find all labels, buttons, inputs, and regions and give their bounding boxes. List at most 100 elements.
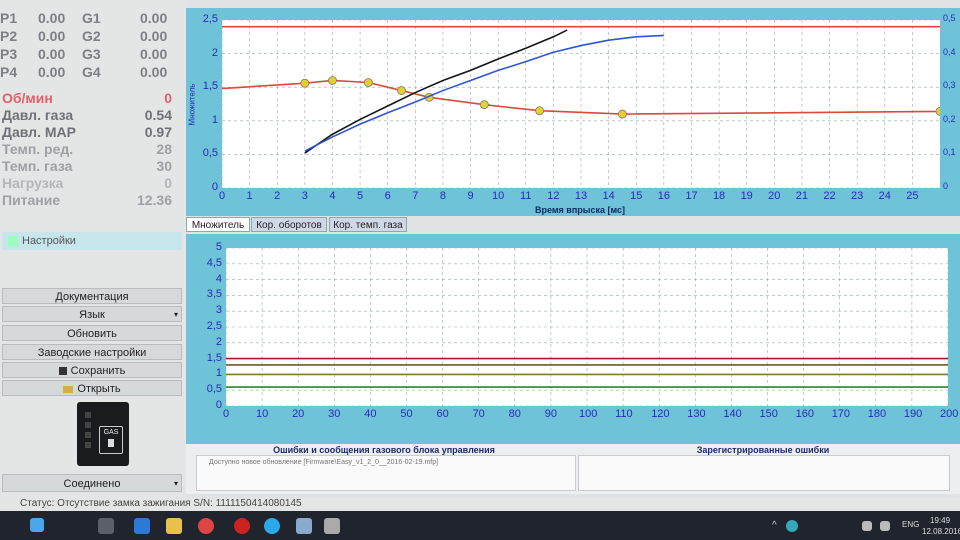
save-button[interactable]: Сохранить [2,362,182,378]
open-button[interactable]: Открыть [2,380,182,396]
x-tick-label: 7 [412,190,419,202]
x-tick-label: 90 [544,408,558,420]
factory-settings-button[interactable]: Заводские настройки [2,344,182,360]
x-tick-label: 4 [329,190,336,202]
settings-header[interactable]: Настройки [2,232,182,250]
clock-time[interactable]: 19:49 [930,516,950,525]
x-tick-label: 9 [467,190,474,202]
language-indicator[interactable]: ENG [902,520,919,529]
y-tick-label: 5 [215,241,222,253]
clock-date[interactable]: 12.08.2016 [922,527,960,536]
edge-browser-icon[interactable] [134,518,150,534]
pressure-label: P2 [0,28,18,44]
tray-app-icon[interactable] [786,520,798,532]
folder-icon [63,385,74,393]
sensor-row: P1 0.00 G1 0.00 [0,10,180,27]
param-value: 0 [164,175,172,191]
x-tick-label: 17 [685,190,698,202]
param-row: Темп. ред. 28 [0,141,176,158]
x-tick-label: 15 [630,190,643,202]
y2-tick-label: 0,4 [943,46,956,57]
x-tick-label: 60 [436,408,449,420]
status-bar: Статус: Отсутствие замка зажигания S/N: … [0,498,960,511]
x-tick-label: 20 [292,408,305,420]
opera-icon[interactable] [234,518,250,534]
param-label: Темп. ред. [2,141,74,157]
y-tick-label: 1 [211,113,218,126]
y-tick-label: 2,5 [202,13,218,25]
update-message: Доступно новое обновление [Firmware\Easy… [209,459,439,466]
data-point[interactable] [397,86,406,95]
param-value: 0.54 [144,107,172,123]
x-tick-label: 6 [384,190,391,202]
y2-tick-label: 0,3 [943,80,956,91]
x-tick-label: 180 [867,408,887,420]
x-tick-label: 120 [651,408,670,420]
language-select[interactable]: Язык ▾ [2,306,182,322]
param-value: 12.36 [136,192,172,208]
pressure-label: P1 [0,10,18,26]
param-label: Темп. газа [2,158,73,174]
windows-start-icon[interactable] [30,518,44,532]
file-explorer-icon[interactable] [166,518,182,534]
update-button[interactable]: Обновить [2,325,182,341]
skype-icon[interactable] [264,518,280,534]
data-point[interactable] [935,106,945,116]
param-row: Нагрузка 0 [0,175,176,192]
data-point[interactable] [535,106,544,116]
tab-multiplier[interactable]: Множитель [186,217,250,232]
data-point[interactable] [479,100,489,110]
x-tick-label: 130 [687,408,706,420]
gas-value: 0.00 [140,10,168,26]
x-tick-label: 170 [831,408,851,420]
led-indicators [85,412,93,452]
x-tick-label: 24 [878,190,891,202]
tab-gas-temp-correction[interactable]: Кор. темп. газа [329,217,407,232]
param-value: 0.97 [144,124,172,140]
gas-button[interactable]: GAS [99,426,123,454]
x-tick-label: 40 [364,408,377,420]
x-tick-label: 14 [602,190,615,202]
x-tick-label: 23 [851,190,864,202]
x-tick-label: 80 [508,408,521,420]
pressure-label: P4 [0,64,18,80]
y-tick-label: 1,5 [202,80,218,93]
terminal-icon[interactable] [324,518,340,534]
pressure-value: 0.00 [38,46,66,62]
chrome-icon[interactable] [198,518,214,534]
task-view-icon[interactable] [98,518,114,534]
tray-chevron-icon[interactable]: ^ [772,520,777,531]
language-label: Язык [79,309,105,321]
errors-list[interactable]: Доступно новое обновление [Firmware\Easy… [196,455,576,491]
registered-errors-title: Зарегистрированные ошибки [696,445,830,455]
x-tick-label: 13 [574,190,588,202]
gas-app-icon[interactable] [296,518,312,534]
tab-rpm-correction[interactable]: Кор. оборотов [251,217,327,232]
x-tick-label: 3 [301,190,308,202]
gas-value: 0.00 [140,28,168,44]
registered-errors-list[interactable] [578,455,950,491]
network-icon[interactable] [862,521,872,531]
sensor-row: P2 0.00 G2 0.00 [0,28,180,45]
documentation-button[interactable]: Документация [2,288,182,304]
data-point[interactable] [300,78,310,88]
data-point[interactable] [328,76,337,85]
volume-icon[interactable] [880,521,890,531]
pressure-value: 0.00 [38,10,66,26]
open-label: Открыть [77,383,121,395]
gas-label: GAS [103,429,119,436]
y-tick-label: 0 [215,399,222,411]
x-tick-label: 10 [492,190,505,202]
data-point[interactable] [618,109,627,119]
param-label: Об/мин [2,90,53,106]
errors-title: Ошибки и сообщения газового блока управл… [273,445,495,455]
x-tick-label: 2 [274,190,281,202]
connection-label: Соединено [63,478,121,490]
data-point[interactable] [363,78,373,87]
gas-switch-image: GAS [77,402,129,466]
y-tick-label: 4 [215,272,222,285]
y-tick-label: 1 [215,367,222,380]
multiplier-chart-plot [221,19,945,189]
param-label: Давл. MAP [2,124,76,140]
x-tick-label: 70 [472,408,485,420]
